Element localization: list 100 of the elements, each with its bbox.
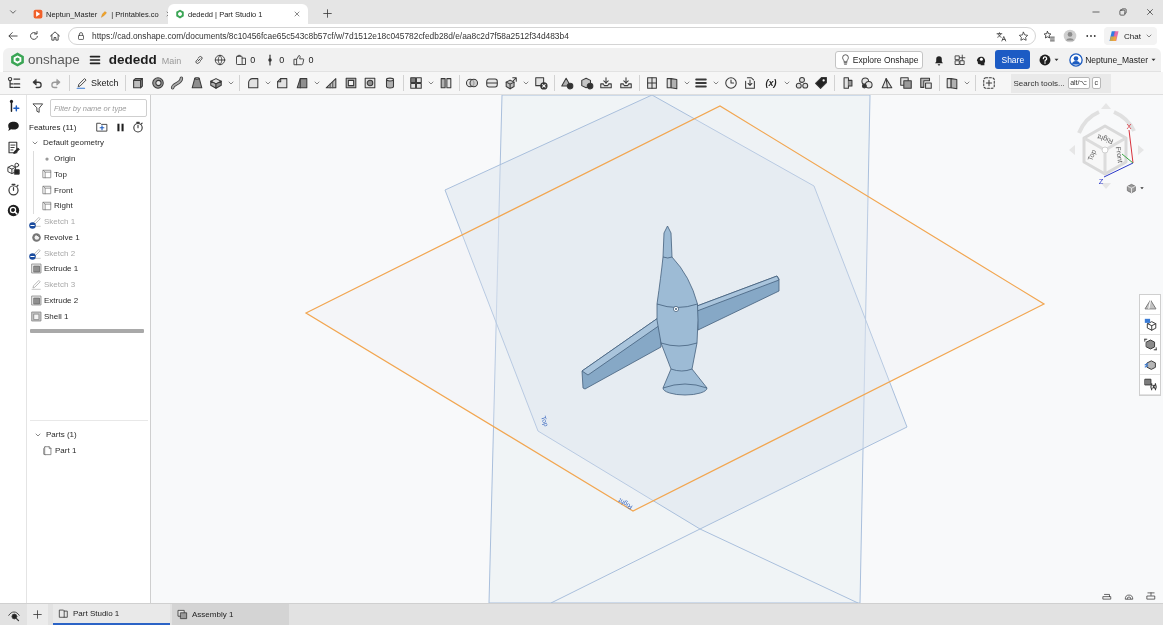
linked-circles-icon: [860, 76, 875, 90]
branch-label: Main: [161, 55, 182, 66]
comment-icon: [6, 120, 20, 133]
rounded-corner-icon: [245, 76, 260, 90]
chevron-down-icon: [522, 79, 530, 87]
hexagon-icon: [175, 9, 185, 19]
bulb-icon: [839, 54, 851, 65]
rib-icon: [324, 76, 339, 90]
help-icon: [1039, 53, 1052, 66]
undo-icon: [30, 77, 43, 89]
clipboard-icon: [235, 53, 248, 66]
dashed-plus-icon: [981, 76, 996, 90]
pause-icon: [114, 121, 126, 133]
redo-icon: [50, 77, 63, 89]
feature-item[interactable]: Right: [34, 198, 150, 214]
chevron-down-icon: [783, 79, 791, 87]
display-mode-button[interactable]: [1126, 181, 1145, 195]
grid-icon: [409, 76, 424, 90]
counter-button[interactable]: 0: [290, 49, 317, 70]
cut-corner-icon: [275, 76, 290, 90]
delete-icon: [533, 76, 548, 90]
stopwatch-icon: [132, 121, 144, 133]
feature-list-icon: [6, 76, 21, 90]
part-model[interactable]: [581, 225, 780, 396]
assembly-icon: [177, 609, 188, 620]
part-icon: [42, 445, 53, 457]
view-cube[interactable]: [1069, 103, 1144, 189]
curved-pipe-icon: [170, 76, 185, 90]
framed-box-icon: [30, 294, 42, 306]
globe-icon: [214, 53, 227, 66]
favorites-icon: [1042, 30, 1055, 42]
caret-icon: [1053, 56, 1061, 63]
feature-item[interactable]: Shell 1: [27, 308, 150, 324]
framed-square-icon: [343, 76, 358, 90]
part-studio-icon: [58, 608, 69, 619]
link-icon: [193, 53, 206, 66]
three-circles-icon: [794, 76, 809, 90]
plus-icon: [321, 7, 333, 19]
restore-icon: [1117, 7, 1128, 17]
logo-icon: [10, 52, 25, 67]
address-field[interactable]: https://cad.onshape.com/documents/8c10456fcae65c543c8b57cf/w/7d1512e18c045782cfedb28d/e/aa8c2d7f58a2512f34d483b4: [68, 27, 1036, 45]
explore-button[interactable]: Explore Onshape: [834, 50, 924, 69]
chevron-down-icon: [263, 79, 272, 87]
caret-icon: [1139, 185, 1145, 191]
parts-heading[interactable]: Parts (1): [30, 427, 148, 443]
view-search-icon: [7, 608, 20, 621]
ring-icon: [30, 231, 42, 243]
play-tile-icon: [33, 9, 43, 19]
slab-icon: [209, 76, 224, 90]
chevron-down-icon: [227, 79, 235, 87]
counter-button[interactable]: 0: [232, 49, 259, 70]
search-icon: [6, 204, 20, 217]
filter-icon: [32, 102, 44, 114]
stopwatch-icon: [6, 183, 20, 196]
home-icon: [48, 30, 61, 42]
corner-tool-button[interactable]: [1144, 590, 1157, 602]
menu-icon: [88, 53, 101, 66]
plus-icon: [32, 609, 43, 620]
face-badge-icon: [579, 76, 594, 90]
profile-icon: [1062, 29, 1077, 43]
notes-icon: [6, 141, 20, 154]
add-tab-button[interactable]: [27, 604, 48, 625]
chat-button[interactable]: Chat: [1104, 27, 1157, 45]
reload-icon: [27, 30, 40, 42]
peak-icon: [879, 76, 894, 90]
feature-item[interactable]: Front: [34, 182, 150, 198]
cube-arrow-icon: [504, 76, 519, 90]
shaded-cone-icon: [1143, 298, 1157, 311]
document-tab[interactable]: Assembly 1: [172, 604, 289, 625]
tool-button[interactable]: (x): [760, 73, 782, 93]
stacked-squares-icon: [899, 76, 914, 90]
book-icon: [945, 76, 960, 90]
chevron-down-icon: [712, 79, 720, 87]
book-icon: [664, 76, 679, 90]
ring-icon: [150, 76, 165, 90]
feature-item[interactable]: Extrude 1: [27, 261, 150, 277]
counter-button[interactable]: 0: [261, 49, 288, 70]
hole-icon: [363, 76, 378, 90]
chevron-down-icon: [682, 79, 691, 87]
feature-item[interactable]: Default geometry: [27, 135, 150, 151]
tray-arrow-icon: [599, 76, 614, 90]
filter-button[interactable]: [30, 100, 46, 116]
split-box-icon: [484, 76, 499, 90]
feature-item[interactable]: Revolve 1: [27, 229, 150, 246]
chevron-down-icon: [427, 79, 435, 87]
share-button[interactable]: Share: [995, 50, 1031, 69]
feature-item[interactable]: Top: [34, 166, 150, 183]
page-icon: [645, 76, 660, 90]
sketch-button[interactable]: Sketch: [73, 73, 122, 93]
feature-item[interactable]: Origin: [34, 150, 150, 167]
cubes-icon: [6, 162, 20, 175]
avatar-icon: [1069, 52, 1084, 67]
part-item[interactable]: Part 1: [30, 442, 148, 459]
features-heading: Features (11): [29, 122, 77, 132]
document-tab[interactable]: Part Studio 1: [53, 604, 170, 625]
stopwatch-button[interactable]: [130, 119, 146, 135]
user-menu-button[interactable]: Neptune_Master: [1069, 49, 1157, 70]
feature-item[interactable]: Extrude 2: [27, 292, 150, 309]
star-icon: [1017, 30, 1029, 42]
frustum-icon: [189, 76, 204, 90]
